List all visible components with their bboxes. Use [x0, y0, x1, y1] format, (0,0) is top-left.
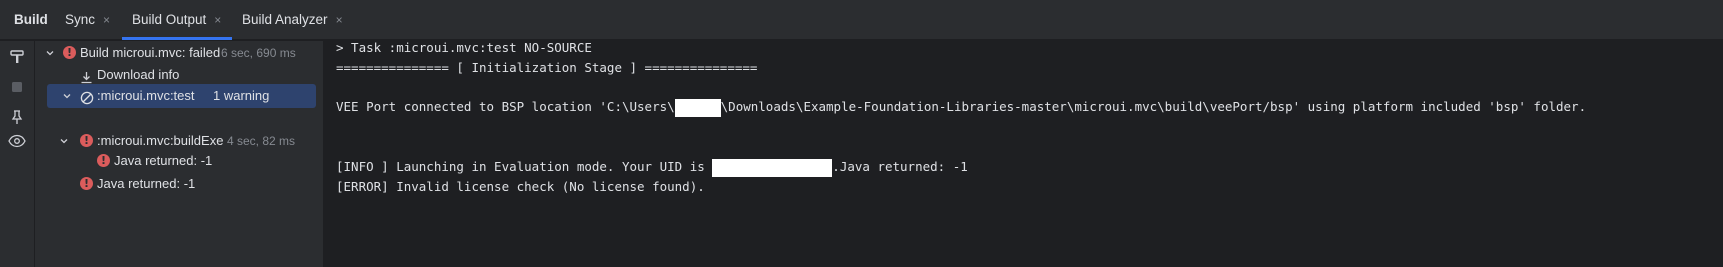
console-line: VEE Port connected to BSP location 'C:\U… — [336, 97, 1586, 117]
error-icon: ! — [80, 134, 93, 147]
console-output[interactable]: > Task :microui.mvc:test NO-SOURCE =====… — [324, 40, 1723, 267]
root-error-label: Java returned: -1 — [97, 176, 196, 191]
tab-sync[interactable]: Sync × — [65, 0, 115, 40]
test-task-warning: 1 warning — [213, 88, 270, 103]
close-icon[interactable]: × — [103, 13, 110, 27]
console-line: =============== [ Initialization Stage ]… — [336, 60, 758, 75]
build-root-time: 6 sec, 690 ms — [221, 46, 296, 60]
tree-node-exec-error[interactable]: ! Java returned: -1 — [35, 149, 323, 173]
close-icon[interactable]: × — [336, 13, 343, 27]
tree-node-root-error[interactable]: ! Java returned: -1 — [35, 172, 323, 196]
console-line: [INFO ] Launching in Evaluation mode. Yo… — [336, 157, 968, 177]
chevron-down-icon[interactable] — [44, 41, 56, 65]
tab-build-analyzer-label: Build Analyzer — [242, 12, 328, 27]
pin-icon[interactable] — [8, 108, 26, 126]
exec-error-label: Java returned: -1 — [114, 153, 213, 168]
tree-node-build-root[interactable]: ! Build microui.mvc: failed 6 sec, 690 m… — [35, 41, 323, 65]
stop-icon[interactable] — [8, 78, 26, 96]
tab-build-output[interactable]: Build Output × — [122, 0, 232, 40]
build-tree: ! Build microui.mvc: failed 6 sec, 690 m… — [35, 41, 324, 267]
tool-window-header: Build Sync × Build Output × Build Analyzer… — [0, 0, 1723, 40]
error-icon: ! — [80, 177, 93, 190]
tool-window-title: Build — [14, 12, 48, 27]
chevron-down-icon[interactable] — [61, 84, 73, 108]
build-toolbar — [0, 41, 35, 267]
tree-node-test-task[interactable]: :microui.mvc:test 1 warning — [47, 84, 316, 108]
close-icon[interactable]: × — [214, 13, 221, 27]
tab-build-output-label: Build Output — [132, 12, 207, 27]
redacted-uid — [712, 158, 833, 177]
build-root-label: Build microui.mvc: failed — [80, 45, 221, 60]
error-icon: ! — [97, 154, 110, 167]
eye-icon[interactable] — [8, 132, 26, 150]
console-line: [ERROR] Invalid license check (No licens… — [336, 179, 705, 194]
hammer-icon[interactable] — [8, 48, 26, 66]
console-line: > Task :microui.mvc:test NO-SOURCE — [336, 40, 592, 55]
skipped-icon — [80, 89, 94, 113]
tab-sync-label: Sync — [65, 12, 96, 27]
error-icon: ! — [63, 46, 76, 59]
redacted-username — [674, 98, 721, 117]
tab-build-analyzer[interactable]: Build Analyzer × — [242, 0, 352, 40]
test-task-label: :microui.mvc:test — [97, 88, 195, 103]
